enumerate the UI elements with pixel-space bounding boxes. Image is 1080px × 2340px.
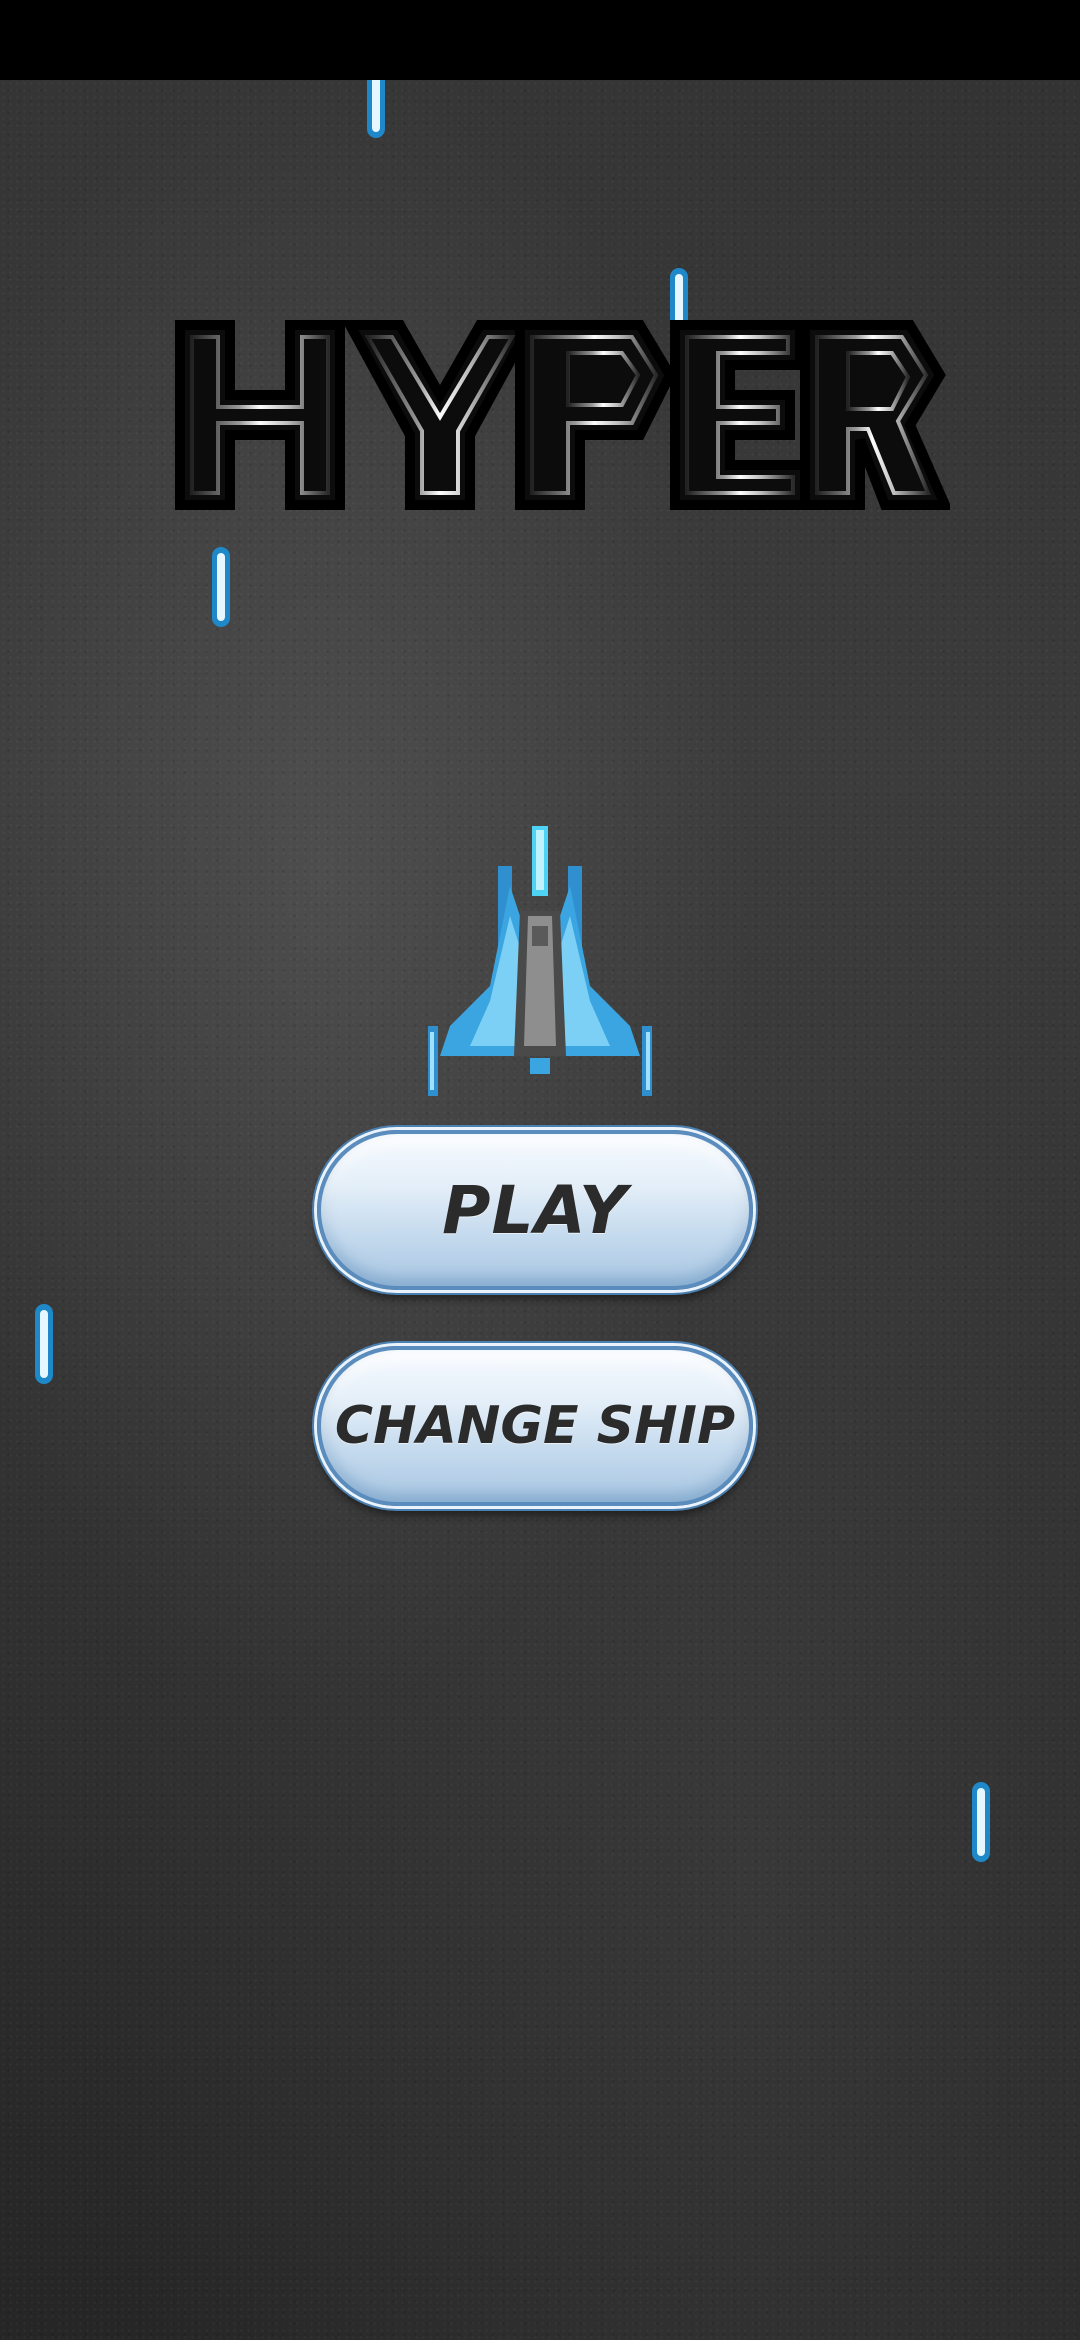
change-ship-button-label: CHANGE SHIP (334, 1396, 736, 1456)
change-ship-button[interactable]: CHANGE SHIP (317, 1346, 753, 1506)
play-button[interactable]: PLAY (317, 1130, 753, 1290)
play-button-label: PLAY (442, 1171, 628, 1249)
game-screen: HYPER (0, 0, 1080, 2340)
laser-projectile (972, 1782, 990, 1862)
player-ship (428, 826, 652, 1096)
game-logo: HYPER (170, 305, 953, 535)
laser-projectile (212, 547, 230, 627)
status-bar (0, 0, 1080, 80)
laser-projectile (35, 1304, 53, 1384)
logo-lettering (175, 320, 953, 510)
